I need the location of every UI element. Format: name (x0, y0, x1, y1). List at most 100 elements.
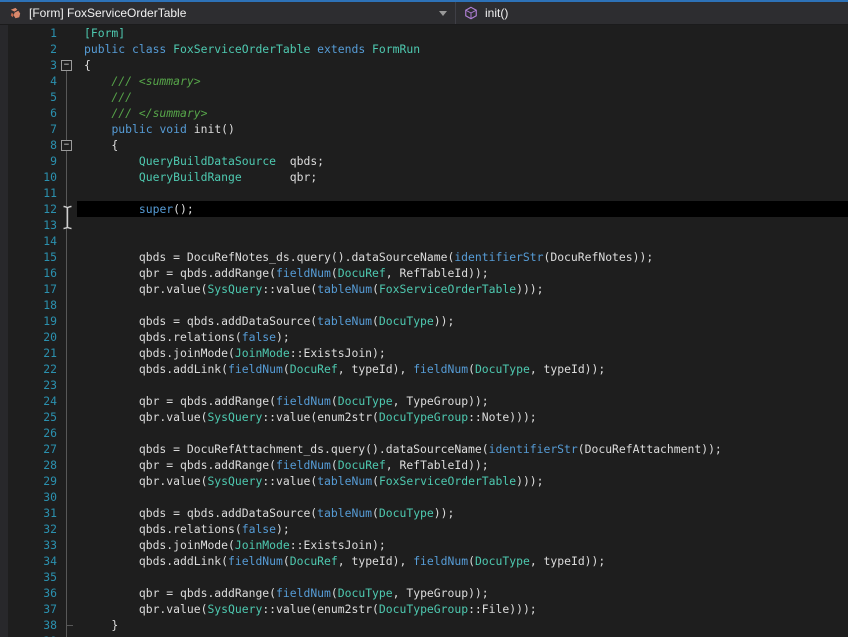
code-text[interactable]: qbds.addLink(fieldNum(DocuRef, typeId), … (84, 553, 605, 569)
line-number[interactable]: 27 (0, 441, 57, 457)
line-number[interactable]: 25 (0, 409, 57, 425)
line-number[interactable]: 5 (0, 89, 57, 105)
line-number[interactable]: 34 (0, 553, 57, 569)
code-text[interactable]: qbds = DocuRefNotes_ds.query().dataSourc… (84, 249, 653, 265)
code-text[interactable]: super(); (84, 201, 194, 217)
code-line[interactable]: 18 (0, 297, 848, 313)
code-text[interactable]: /// (84, 89, 132, 105)
line-number[interactable]: 12 (0, 201, 57, 217)
code-text[interactable]: qbds = DocuRefAttachment_ds.query().data… (84, 441, 722, 457)
code-text[interactable]: /// </summary> (84, 105, 207, 121)
line-number[interactable]: 37 (0, 601, 57, 617)
code-line[interactable]: 5 /// (0, 89, 848, 105)
line-number[interactable]: 31 (0, 505, 57, 521)
line-number[interactable]: 17 (0, 281, 57, 297)
line-number[interactable]: 19 (0, 313, 57, 329)
code-text[interactable]: qbr.value(SysQuery::value(tableNum(FoxSe… (84, 281, 544, 297)
code-text[interactable]: public class FoxServiceOrderTable extend… (84, 41, 420, 57)
code-line[interactable]: 3{ (0, 57, 848, 73)
code-line[interactable]: 7 public void init() (0, 121, 848, 137)
code-line[interactable]: 11 (0, 185, 848, 201)
code-editor[interactable]: 1 [Form] 2 public class FoxServiceOrderTabl… (0, 25, 848, 637)
code-text[interactable]: qbr = qbds.addRange(fieldNum(DocuRef, Re… (84, 457, 489, 473)
code-line[interactable]: 31 qbds = qbds.addDataSource(tableNum(Do… (0, 505, 848, 521)
code-line[interactable]: 27 qbds = DocuRefAttachment_ds.query().d… (0, 441, 848, 457)
code-line[interactable]: 8 { (0, 137, 848, 153)
code-text[interactable]: qbds.addLink(fieldNum(DocuRef, typeId), … (84, 361, 605, 377)
code-text[interactable]: qbds.relations(false); (84, 521, 290, 537)
code-line[interactable]: 33 qbds.joinMode(JoinMode::ExistsJoin); (0, 537, 848, 553)
line-number[interactable]: 29 (0, 473, 57, 489)
code-line[interactable]: 19 qbds = qbds.addDataSource(tableNum(Do… (0, 313, 848, 329)
code-line[interactable]: 10 QueryBuildRange qbr; (0, 169, 848, 185)
line-number[interactable]: 9 (0, 153, 57, 169)
line-number[interactable]: 39 (0, 633, 57, 637)
code-line[interactable]: 29 qbr.value(SysQuery::value(tableNum(Fo… (0, 473, 848, 489)
line-number[interactable]: 8 (0, 137, 57, 153)
code-line[interactable]: 32 qbds.relations(false); (0, 521, 848, 537)
member-dropdown[interactable]: init() (456, 2, 848, 24)
code-text[interactable]: /// <summary> (84, 73, 200, 89)
code-text[interactable]: qbr.value(SysQuery::value(enum2str(DocuT… (84, 409, 537, 425)
line-number[interactable]: 22 (0, 361, 57, 377)
code-text[interactable]: qbr = qbds.addRange(fieldNum(DocuType, T… (84, 585, 489, 601)
code-text[interactable]: public void init() (84, 121, 234, 137)
code-line[interactable]: 1 [Form] (0, 25, 848, 41)
code-line[interactable]: 17 qbr.value(SysQuery::value(tableNum(Fo… (0, 281, 848, 297)
code-line[interactable]: 26 (0, 425, 848, 441)
code-line[interactable]: 14 (0, 233, 848, 249)
line-number[interactable]: 11 (0, 185, 57, 201)
code-line[interactable]: 36 qbr = qbds.addRange(fieldNum(DocuType… (0, 585, 848, 601)
code-text[interactable]: qbr.value(SysQuery::value(enum2str(DocuT… (84, 601, 537, 617)
line-number[interactable]: 26 (0, 425, 57, 441)
code-text[interactable]: qbds = qbds.addDataSource(tableNum(DocuT… (84, 505, 455, 521)
line-number[interactable]: 1 (0, 25, 57, 41)
line-number[interactable]: 4 (0, 73, 57, 89)
code-text[interactable]: qbr = qbds.addRange(fieldNum(DocuRef, Re… (84, 265, 489, 281)
code-text[interactable]: QueryBuildRange qbr; (84, 169, 317, 185)
line-number[interactable]: 32 (0, 521, 57, 537)
code-line[interactable]: 20 qbds.relations(false); (0, 329, 848, 345)
fold-collapse-toggle[interactable]: − (61, 140, 72, 151)
line-number[interactable]: 2 (0, 41, 57, 57)
code-line[interactable]: 37 qbr.value(SysQuery::value(enum2str(Do… (0, 601, 848, 617)
line-number[interactable]: 33 (0, 537, 57, 553)
line-number[interactable]: 10 (0, 169, 57, 185)
line-number[interactable]: 6 (0, 105, 57, 121)
code-line[interactable]: 15 qbds = DocuRefNotes_ds.query().dataSo… (0, 249, 848, 265)
code-text[interactable]: qbds.relations(false); (84, 329, 290, 345)
code-text[interactable]: qbr.value(SysQuery::value(tableNum(FoxSe… (84, 473, 544, 489)
line-number[interactable]: 18 (0, 297, 57, 313)
code-line[interactable]: 12 super(); (0, 201, 848, 217)
code-line[interactable]: 16 qbr = qbds.addRange(fieldNum(DocuRef,… (0, 265, 848, 281)
line-number[interactable]: 30 (0, 489, 57, 505)
code-text[interactable]: qbds.joinMode(JoinMode::ExistsJoin); (84, 345, 386, 361)
code-text[interactable]: qbr = qbds.addRange(fieldNum(DocuType, T… (84, 393, 489, 409)
code-line[interactable]: 38 } (0, 617, 848, 633)
line-number[interactable]: 24 (0, 393, 57, 409)
code-text[interactable]: [Form] (84, 25, 125, 41)
code-text[interactable]: { (84, 57, 91, 73)
line-number[interactable]: 35 (0, 569, 57, 585)
line-number[interactable]: 21 (0, 345, 57, 361)
code-line[interactable]: 9 QueryBuildDataSource qbds; (0, 153, 848, 169)
line-number[interactable]: 14 (0, 233, 57, 249)
fold-collapse-toggle[interactable]: − (61, 60, 72, 71)
code-line[interactable]: 21 qbds.joinMode(JoinMode::ExistsJoin); (0, 345, 848, 361)
line-number[interactable]: 38 (0, 617, 57, 633)
line-number[interactable]: 15 (0, 249, 57, 265)
code-line[interactable]: 24 qbr = qbds.addRange(fieldNum(DocuType… (0, 393, 848, 409)
line-number[interactable]: 7 (0, 121, 57, 137)
code-text[interactable]: qbds = qbds.addDataSource(tableNum(DocuT… (84, 313, 455, 329)
code-line[interactable]: 23 (0, 377, 848, 393)
code-text[interactable]: { (84, 137, 118, 153)
code-line[interactable]: 34 qbds.addLink(fieldNum(DocuRef, typeId… (0, 553, 848, 569)
code-line[interactable]: 6 /// </summary> (0, 105, 848, 121)
code-line[interactable]: 2 public class FoxServiceOrderTable exten… (0, 41, 848, 57)
code-line[interactable]: 13 (0, 217, 848, 233)
chevron-down-icon[interactable] (439, 10, 447, 16)
code-line[interactable]: 39 (0, 633, 848, 637)
code-line[interactable]: 30 (0, 489, 848, 505)
code-line[interactable]: 28 qbr = qbds.addRange(fieldNum(DocuRef,… (0, 457, 848, 473)
code-line[interactable]: 35 (0, 569, 848, 585)
